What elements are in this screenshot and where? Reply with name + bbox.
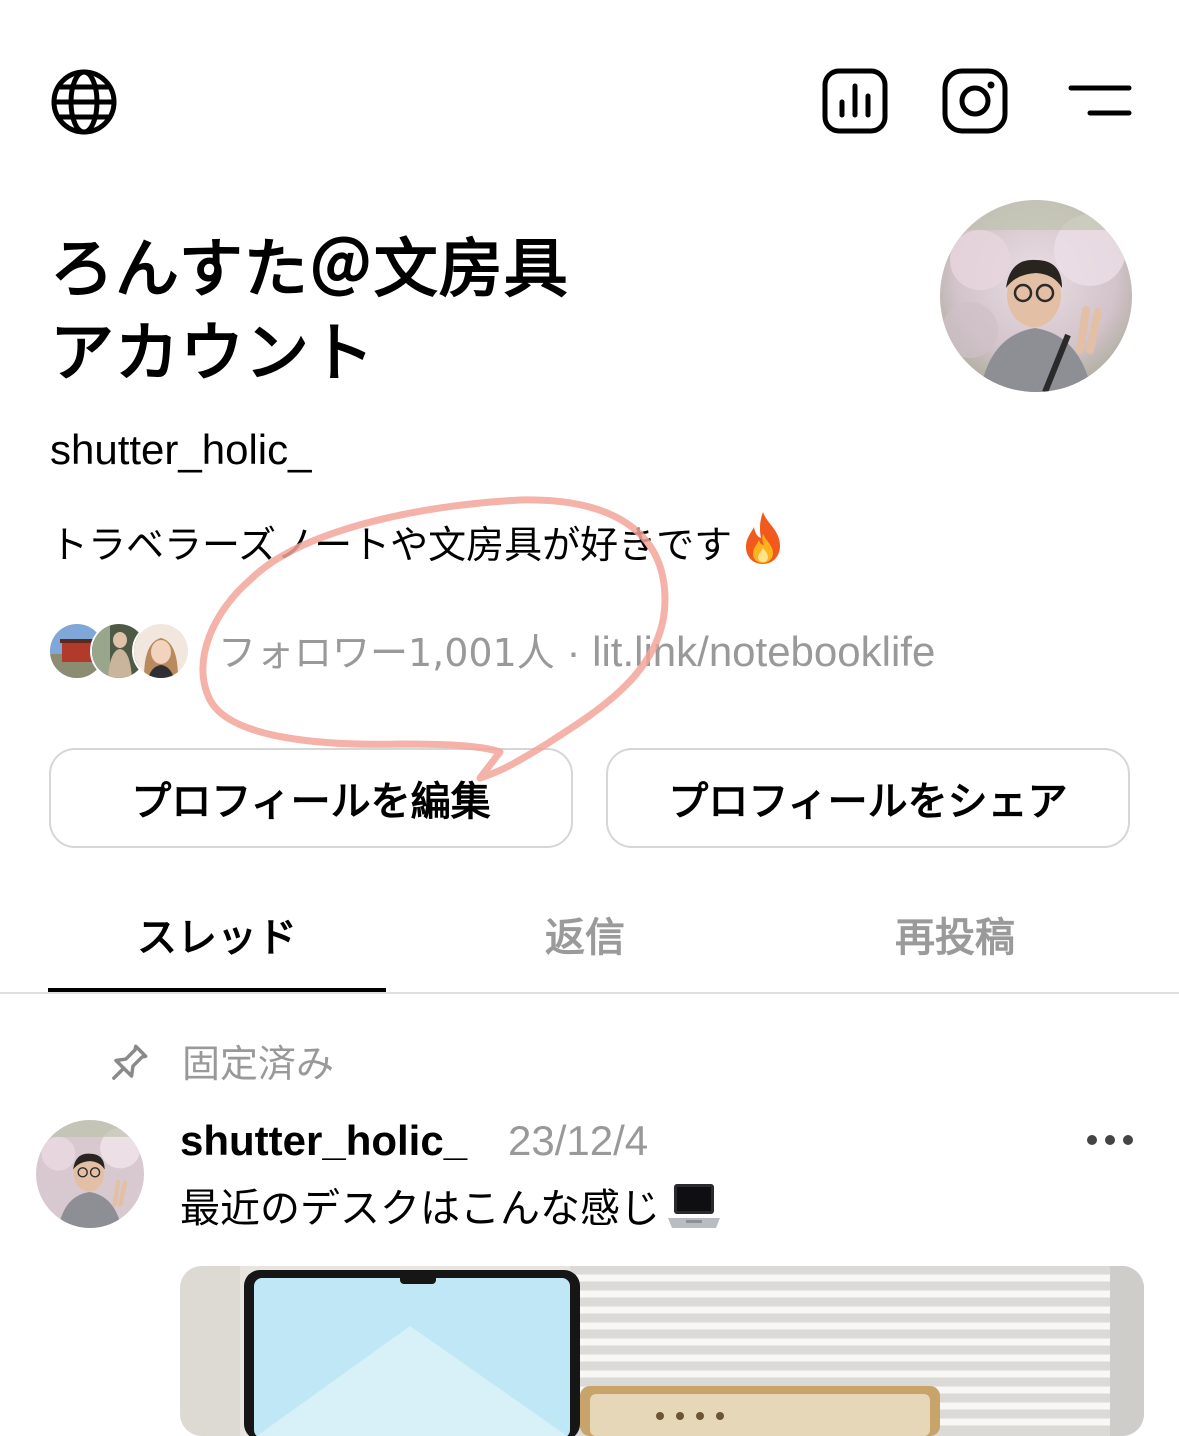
profile-tabs: スレッド 返信 再投稿 [0, 900, 1179, 994]
insights-icon[interactable] [822, 68, 888, 134]
follower-avatar [132, 622, 190, 680]
post-text: 最近のデスクはこんな感じ [180, 1180, 722, 1248]
tab-reposts[interactable]: 再投稿 [790, 908, 1120, 968]
profile-username: shutter_holic_ [50, 426, 312, 473]
profile-display-name: ろんすた＠文房具 アカウント [50, 228, 690, 396]
followers-and-link: フォロワー1,001人 · lit.link/notebooklife [218, 626, 935, 679]
more-options-icon[interactable] [1084, 1118, 1136, 1162]
separator-dot: · [554, 628, 593, 675]
globe-icon[interactable] [50, 68, 118, 136]
bio-text: トラベラーズノートや文房具が好きです [50, 523, 733, 567]
followers-count[interactable]: フォロワー1,001人 [218, 631, 555, 675]
post-date: 23/12/4 [508, 1117, 649, 1164]
fire-emoji-icon [740, 510, 786, 580]
profile-link[interactable]: lit.link/notebooklife [592, 628, 935, 675]
display-name-line1: ろんすた＠文房具 [50, 233, 569, 307]
post-author-avatar[interactable] [36, 1120, 144, 1228]
follower-avatars[interactable] [48, 622, 190, 680]
pinned-label: 固定済み [182, 1042, 335, 1086]
pin-icon [112, 1044, 148, 1080]
menu-icon[interactable] [1068, 82, 1134, 122]
tab-replies[interactable]: 返信 [420, 908, 750, 968]
post-text-body: 最近のデスクはこんな感じ [180, 1186, 660, 1232]
edit-profile-button[interactable]: プロフィールを編集 [49, 748, 573, 848]
profile-bio: トラベラーズノートや文房具が好きです [50, 510, 786, 580]
post-username[interactable]: shutter_holic_ [180, 1114, 467, 1168]
profile-avatar[interactable] [940, 200, 1132, 392]
active-tab-indicator [48, 988, 386, 992]
laptop-emoji-icon [666, 1180, 722, 1248]
tab-threads[interactable]: スレッド [48, 908, 386, 968]
share-profile-button[interactable]: プロフィールをシェア [606, 748, 1130, 848]
post-image[interactable] [180, 1266, 1144, 1436]
display-name-line2: アカウント [50, 317, 375, 391]
instagram-icon[interactable] [942, 68, 1008, 134]
